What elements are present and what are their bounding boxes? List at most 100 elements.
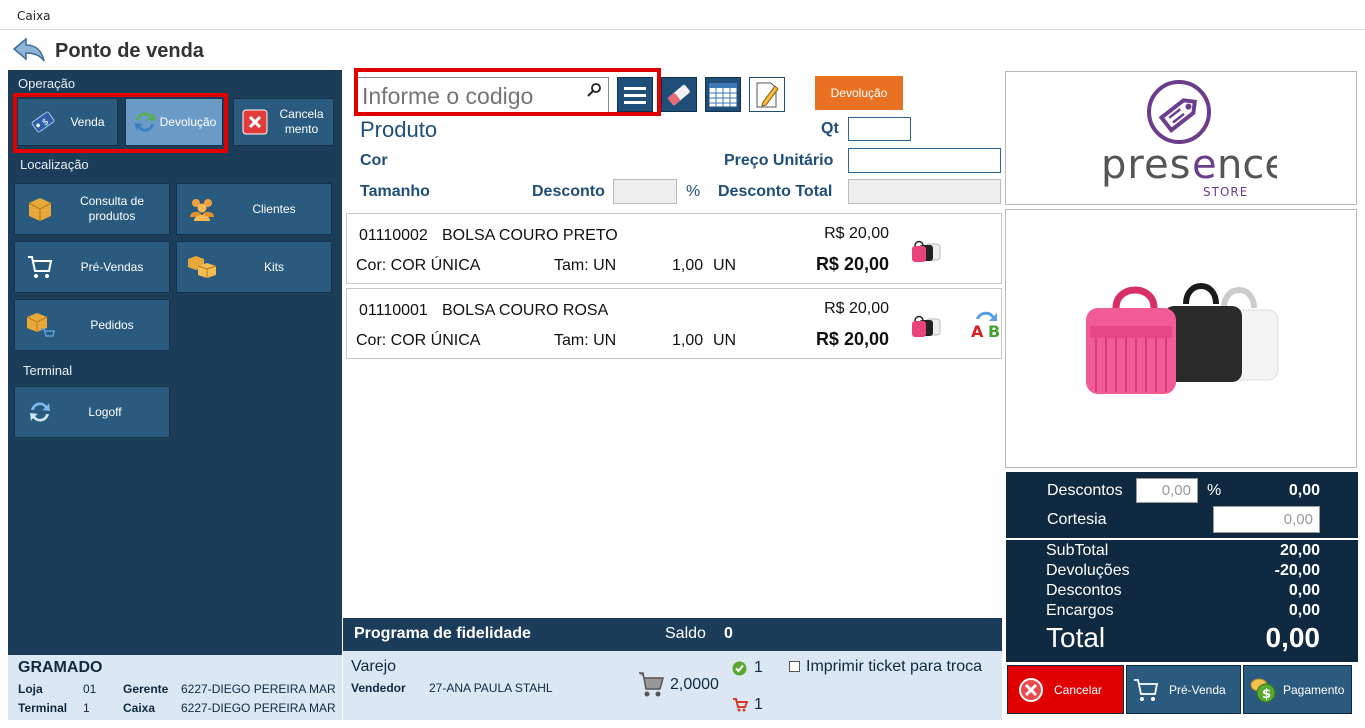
store-info: GRAMADO Loja 01 Gerente 6227-DIEGO PEREI… — [8, 655, 342, 720]
title-bar: Caixa — [0, 0, 1365, 30]
center-panel: Devolução Produto Qt Cor Preço Unitário … — [343, 68, 1002, 655]
cancelamento-button[interactable]: Cancela mento — [233, 98, 334, 146]
red-cart-icon — [733, 698, 748, 712]
print-ticket-label[interactable]: Imprimir ticket para troca — [806, 658, 982, 676]
section-title-operacao: Operação — [18, 76, 76, 91]
item-tam: Tam: UN — [554, 332, 617, 349]
item-code: 01110001 — [359, 302, 428, 319]
pagamento-button[interactable]: $ Pagamento — [1243, 665, 1352, 714]
loja-value: 01 — [83, 682, 97, 696]
edit-button[interactable] — [749, 77, 785, 112]
encargos-value: 0,00 — [1288, 602, 1320, 619]
consulta-produtos-button[interactable]: Consulta de produtos — [14, 183, 170, 235]
cancelar-button[interactable]: Cancelar — [1007, 665, 1124, 714]
list-item[interactable]: 01110002 BOLSA COURO PRETO Cor: COR ÚNIC… — [346, 213, 1002, 284]
svg-text:STORE: STORE — [1203, 185, 1248, 199]
logoff-button[interactable]: Logoff — [14, 386, 170, 438]
item-price: R$ 20,00 — [824, 300, 889, 317]
item-cor: Cor: COR ÚNICA — [356, 332, 481, 349]
caixa-label: Caixa — [123, 701, 156, 715]
grid-button[interactable] — [705, 77, 741, 112]
highlight-box-search — [354, 68, 661, 116]
handbag-thumb-icon — [912, 240, 941, 262]
devolucoes-label: Devoluções — [1046, 562, 1130, 579]
loja-label: Loja — [18, 682, 43, 696]
produto-label: Produto — [360, 117, 438, 142]
return-item-icon[interactable]: AB — [970, 307, 1002, 341]
svg-text:e: e — [1192, 142, 1217, 188]
presence-logo: pres e nce STORE — [1101, 80, 1277, 199]
item-code: 01110002 — [359, 227, 428, 244]
tamanho-label: Tamanho — [360, 183, 430, 200]
svg-text:B: B — [988, 322, 1000, 341]
highlight-box-operation — [13, 93, 228, 153]
terminal-label: Terminal — [18, 701, 68, 715]
box-icon — [25, 194, 55, 224]
pre-vendas-label: Pré-Vendas — [80, 259, 144, 274]
item-price: R$ 20,00 — [824, 225, 889, 242]
cancelamento-label: Cancela mento — [279, 107, 324, 136]
cortesia-input[interactable]: 0,00 — [1213, 506, 1320, 533]
store-city: GRAMADO — [18, 659, 103, 676]
logoff-label: Logoff — [88, 404, 122, 419]
qt-input[interactable] — [848, 117, 911, 141]
item-name: BOLSA COURO ROSA — [442, 302, 609, 319]
cart-quantity: 2,0000 — [670, 676, 719, 693]
kits-button[interactable]: Kits — [176, 241, 332, 293]
svg-text:A: A — [971, 322, 984, 341]
vendedor-value: 27-ANA PAULA STAHL — [429, 681, 553, 695]
pre-vendas-button[interactable]: Pré-Vendas — [14, 241, 170, 293]
sale-type: Varejo — [351, 658, 397, 675]
boxes-icon — [187, 252, 217, 282]
subtotal-value: 20,00 — [1279, 542, 1320, 559]
refresh-icon — [25, 397, 55, 427]
preco-unitario-input[interactable] — [848, 148, 1001, 173]
vendedor-label: Vendedor — [351, 681, 406, 695]
total-value: 0,00 — [1265, 622, 1321, 653]
descontos-total-label: Descontos — [1046, 582, 1122, 599]
desconto-label: Desconto — [532, 183, 605, 200]
cancelar-label: Cancelar — [1054, 682, 1103, 697]
kits-label: Kits — [263, 259, 284, 274]
back-arrow-icon[interactable] — [12, 37, 46, 63]
eraser-icon — [668, 84, 690, 105]
caixa-value: 6227-DIEGO PEREIRA MAR — [181, 701, 335, 715]
descontos-input[interactable]: 0,00 — [1136, 478, 1198, 503]
page-title: Ponto de venda — [55, 40, 204, 62]
encargos-label: Encargos — [1046, 602, 1114, 619]
clientes-button[interactable]: Clientes — [176, 183, 332, 235]
sidebar: Operação $ Venda Devolução Cancela mento… — [8, 70, 342, 655]
logo-panel: pres e nce STORE — [1005, 71, 1357, 205]
cart-icon — [25, 252, 55, 282]
cor-label: Cor — [360, 152, 388, 169]
svg-text:pres: pres — [1101, 142, 1191, 188]
descontos-value: 0,00 — [1288, 482, 1320, 499]
pedidos-button[interactable]: Pedidos — [14, 299, 170, 351]
product-image — [1086, 283, 1279, 394]
coins-icon: $ — [1250, 678, 1276, 702]
print-ticket-checkbox[interactable] — [789, 661, 800, 672]
desconto-total-input — [848, 179, 1001, 204]
pedidos-label: Pedidos — [90, 317, 134, 332]
item-qty: 1,00 — [672, 257, 704, 274]
preco-unitario-label: Preço Unitário — [724, 152, 834, 169]
consulta-produtos-label: Consulta de produtos — [79, 194, 145, 223]
item-total: R$ 20,00 — [815, 254, 889, 274]
qt-label: Qt — [821, 120, 839, 137]
check-circle-icon — [732, 661, 747, 676]
pre-venda-button[interactable]: Pré-Venda — [1126, 665, 1241, 714]
item-cor: Cor: COR ÚNICA — [356, 257, 481, 274]
clientes-label: Clientes — [252, 201, 296, 216]
item-total: R$ 20,00 — [815, 329, 889, 349]
desconto-input[interactable] — [613, 179, 677, 204]
eraser-button[interactable] — [661, 77, 697, 112]
gerente-value: 6227-DIEGO PEREIRA MAR — [181, 682, 335, 696]
people-icon — [187, 194, 217, 224]
subtotal-label: SubTotal — [1046, 542, 1109, 559]
list-item[interactable]: 01110001 BOLSA COURO ROSA Cor: COR ÚNICA… — [346, 288, 1002, 359]
gerente-label: Gerente — [123, 682, 169, 696]
descontos-label: Descontos — [1047, 482, 1123, 499]
devolucoes-value: -20,00 — [1274, 562, 1320, 579]
totals-panel: SubTotal 20,00 Devoluções -20,00 Descont… — [1006, 540, 1358, 662]
shopping-cart-icon — [639, 672, 664, 697]
